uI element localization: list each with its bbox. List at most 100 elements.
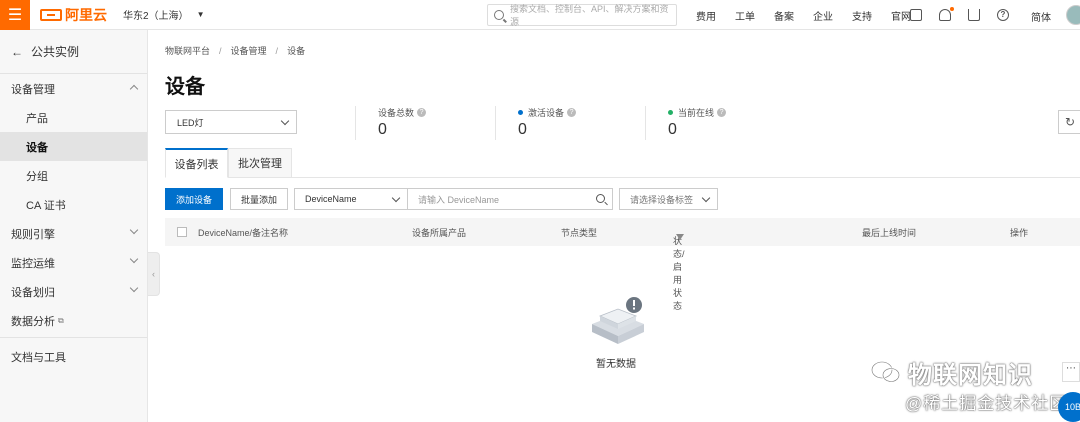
product-select[interactable]: LED灯 [165, 110, 297, 134]
watermark-subtitle: @稀土掘金技术社区 [905, 394, 1068, 413]
search-placeholder: 搜索文档、控制台、API、解决方案和资源 [509, 4, 669, 27]
cart-icon[interactable] [968, 9, 980, 21]
aliyun-logo-icon [40, 8, 62, 21]
nav-support[interactable]: 支持 [852, 8, 872, 23]
sidebar-group-label: 设备管理 [11, 83, 55, 96]
help-icon[interactable]: ? [717, 108, 727, 117]
device-tag-placeholder: 请选择设备标签 [630, 194, 694, 205]
sidebar-group-label: 监控运维 [11, 257, 55, 270]
column-devicename: DeviceName/备注名称 [198, 228, 289, 238]
filter-icon[interactable] [676, 234, 684, 240]
chevron-down-icon [280, 116, 290, 126]
search-icon[interactable] [596, 194, 605, 203]
avatar[interactable] [1066, 5, 1080, 25]
tab-batch-management[interactable]: 批次管理 [228, 148, 292, 178]
search-field-value: DeviceName [305, 194, 357, 204]
tab-bar: 设备列表 批次管理 [165, 148, 1080, 178]
nav-enterprise[interactable]: 企业 [813, 8, 833, 23]
sidebar-group-device-assignment[interactable]: 设备划归 [0, 277, 147, 306]
sidebar-item-ca-cert[interactable]: CA 证书 [0, 190, 147, 219]
select-all-checkbox[interactable] [177, 227, 187, 237]
back-label: 公共实例 [31, 45, 80, 59]
sidebar-group-monitoring[interactable]: 监控运维 [0, 248, 147, 277]
stat-label: 激活设备 [528, 108, 565, 118]
top-nav: 费用 工单 备案 企业 支持 官网 [696, 0, 930, 30]
sidebar-group-label: 设备划归 [11, 286, 55, 299]
bell-icon[interactable] [939, 7, 954, 21]
logo[interactable]: 阿里云 [40, 5, 107, 25]
help-icon[interactable]: ? [997, 9, 1009, 21]
stat-value: 0 [518, 121, 527, 138]
column-last-online: 最后上线时间 [862, 228, 917, 238]
region-selector[interactable]: 华东2（上海） ▼ [123, 7, 204, 22]
sidebar-item-group[interactable]: 分组 [0, 161, 147, 190]
empty-data-icon [592, 297, 644, 344]
stat-label: 设备总数 [378, 108, 415, 118]
column-node-type: 节点类型 [561, 228, 598, 238]
sidebar-group-label: 数据分析 [11, 315, 55, 328]
global-search-input[interactable]: 搜索文档、控制台、API、解决方案和资源 [487, 4, 677, 27]
language-switch[interactable]: 简体 [1031, 9, 1051, 24]
help-icon[interactable]: ? [417, 108, 427, 117]
crumb-device-management[interactable]: 设备管理 [231, 46, 267, 56]
terminal-icon[interactable] [910, 9, 922, 21]
crumb-iot-platform[interactable]: 物联网平台 [165, 46, 210, 56]
help-icon[interactable]: ? [567, 108, 577, 117]
sidebar-group-rule-engine[interactable]: 规则引擎 [0, 219, 147, 248]
sidebar-item-device[interactable]: 设备 [0, 132, 147, 161]
nav-icp[interactable]: 备案 [774, 8, 794, 23]
stat-activated-devices: 激活设备? 0 [495, 106, 577, 140]
sidebar-item-docs-tools[interactable]: 文档与工具 [0, 342, 147, 371]
stat-value: 0 [378, 121, 387, 138]
nav-billing[interactable]: 费用 [696, 8, 716, 23]
column-actions: 操作 [1010, 228, 1029, 238]
stat-total-devices: 设备总数? 0 [355, 106, 427, 140]
refresh-icon: ↻ [1064, 115, 1076, 129]
brand-name: 阿里云 [65, 6, 107, 23]
watermark-title: 物联网知识 [908, 362, 1033, 389]
sidebar-item-data-analysis[interactable]: 数据分析 ⧉ [0, 306, 147, 335]
region-label: 华东2（上海） [123, 11, 189, 22]
caret-down-icon: ▼ [196, 10, 205, 19]
menu-icon[interactable]: ☰ [0, 0, 30, 30]
device-search-input[interactable]: 请输入 DeviceName [407, 188, 613, 210]
floating-help-button[interactable]: 10B [1058, 392, 1080, 422]
sidebar-group-label: 规则引擎 [11, 228, 55, 241]
sidebar-group-device-management[interactable]: 设备管理 [0, 74, 147, 103]
crumb-device: 设备 [287, 46, 306, 56]
column-product: 设备所属产品 [412, 228, 467, 238]
external-link-icon: ⧉ [58, 315, 64, 325]
sidebar-group-label: 文档与工具 [11, 351, 66, 364]
nav-ticket[interactable]: 工单 [735, 8, 755, 23]
batch-add-button[interactable]: 批量添加 [230, 188, 288, 210]
chevron-down-icon [391, 193, 401, 203]
page-title: 设备 [165, 76, 205, 98]
empty-state-text: 暂无数据 [596, 359, 636, 370]
device-tag-select[interactable]: 请选择设备标签 [619, 188, 718, 210]
chevron-down-icon [129, 254, 139, 264]
breadcrumb: 物联网平台 / 设备管理 / 设备 [165, 46, 306, 56]
status-dot-icon [518, 110, 523, 115]
chevron-up-icon [129, 84, 139, 94]
back-to-instances[interactable]: ← 公共实例 [0, 30, 147, 74]
table-header: DeviceName/备注名称 设备所属产品 节点类型 状态/启用状态 最后上线… [165, 218, 1080, 311]
search-field-select[interactable]: DeviceName [294, 188, 408, 210]
top-icons: ? [910, 0, 1026, 30]
device-search-placeholder: 请输入 DeviceName [418, 194, 500, 205]
tab-device-list[interactable]: 设备列表 [165, 148, 228, 178]
search-icon [494, 10, 504, 20]
add-device-button[interactable]: 添加设备 [165, 188, 223, 210]
column-status-label: 状态/启用状态 [673, 236, 685, 311]
side-tool-icon[interactable]: ⋯ [1062, 362, 1080, 382]
sidebar-item-product[interactable]: 产品 [0, 103, 147, 132]
arrow-left-icon: ← [11, 44, 23, 59]
chevron-down-icon [129, 283, 139, 293]
stat-online-devices: 当前在线? 0 [645, 106, 727, 140]
status-dot-icon [668, 110, 673, 115]
chevron-down-icon [701, 193, 711, 203]
chevron-down-icon [129, 225, 139, 235]
refresh-button[interactable]: ↻ [1058, 110, 1080, 134]
nav-official-site[interactable]: 官网 [891, 8, 911, 23]
stat-value: 0 [668, 121, 677, 138]
wechat-icon [871, 361, 900, 383]
